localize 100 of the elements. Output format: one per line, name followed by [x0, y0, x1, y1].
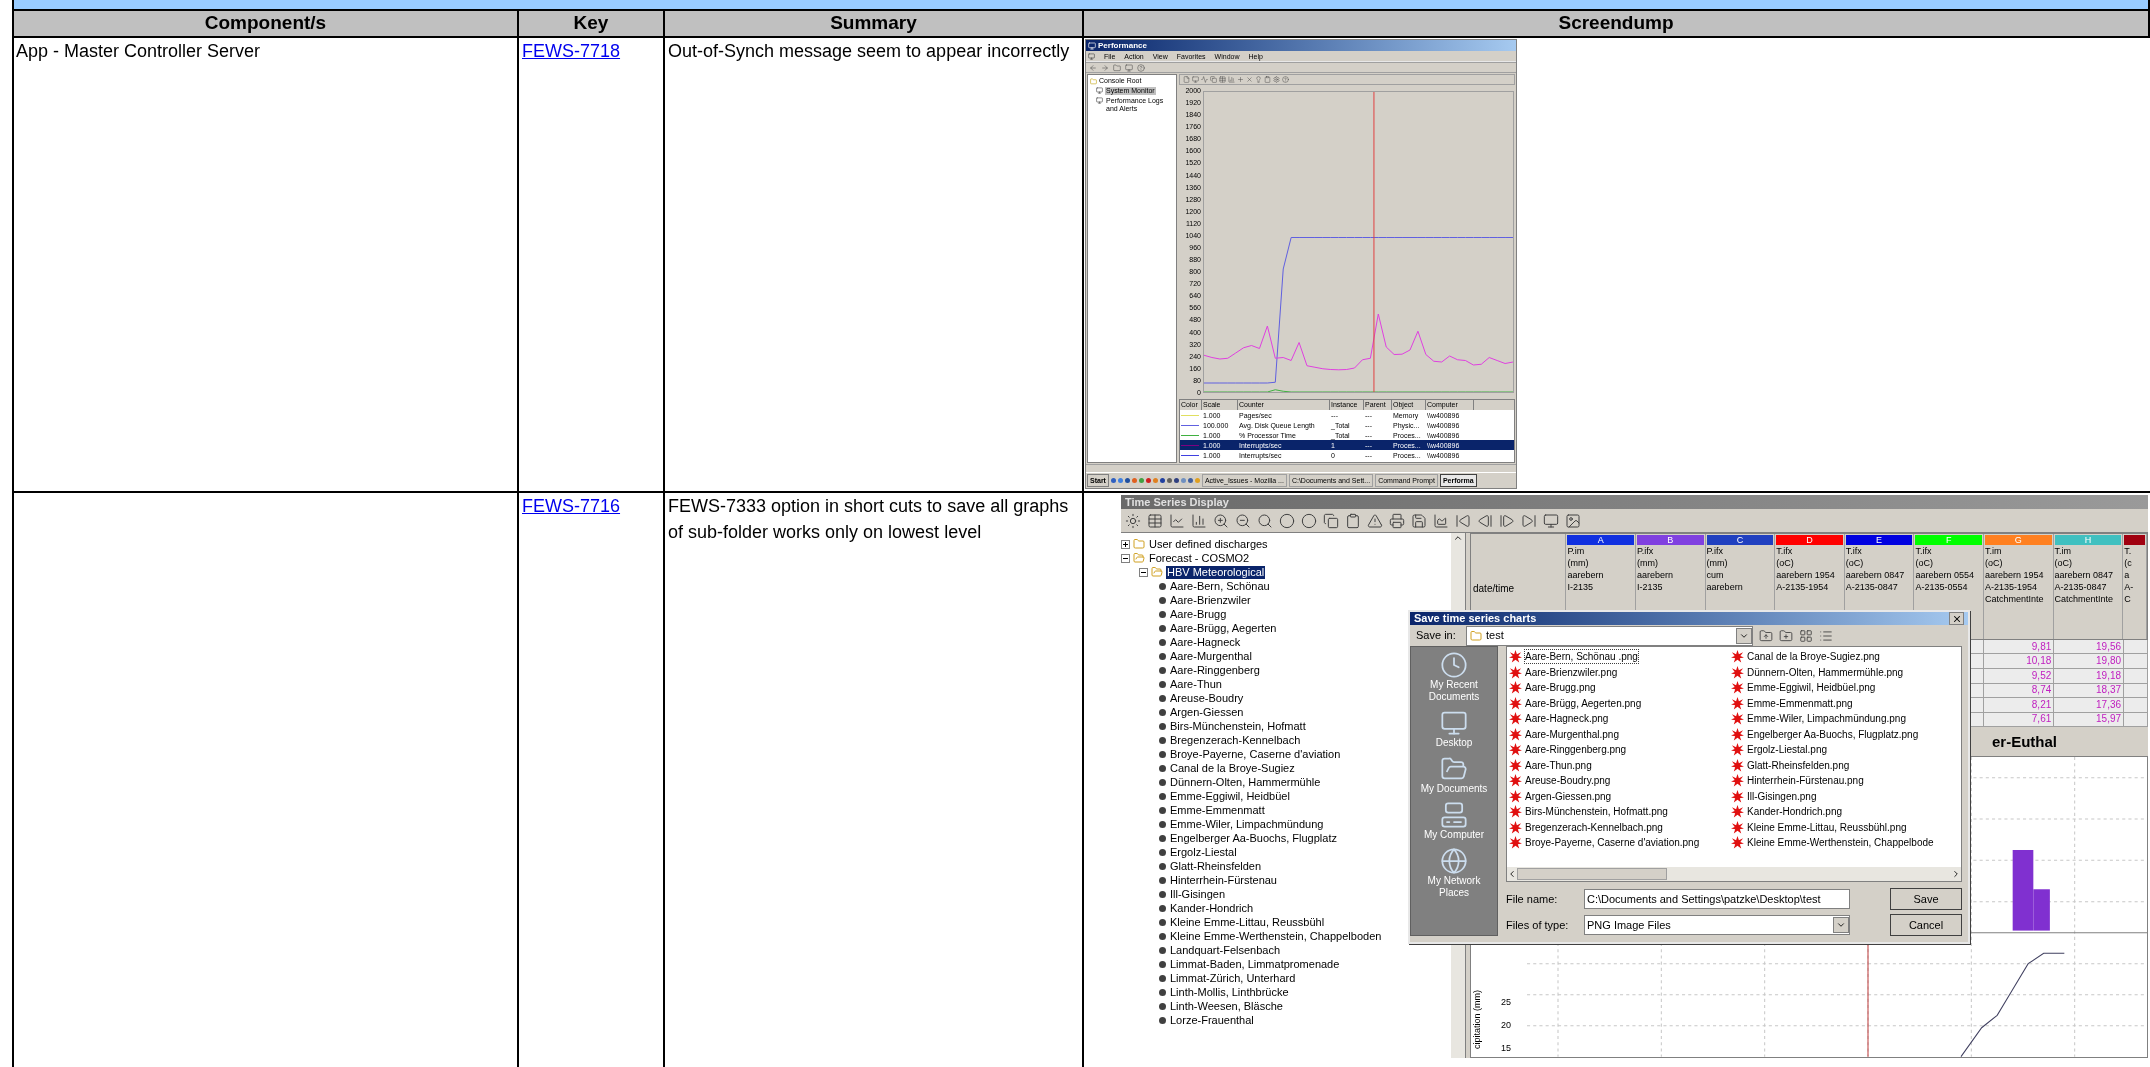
- column-header[interactable]: date/time: [1473, 581, 1515, 596]
- tree-item[interactable]: Aare-Thun: [1169, 677, 1223, 691]
- help-icon[interactable]: [1282, 76, 1289, 83]
- tree-item[interactable]: Aare-Hagneck: [1169, 635, 1242, 649]
- tree-item[interactable]: Bregenzerach-Kennelbach: [1169, 733, 1302, 747]
- back-icon[interactable]: [1089, 63, 1097, 72]
- place-item[interactable]: My Network Places: [1413, 847, 1495, 899]
- tree-item[interactable]: HBV Meteorological: [1166, 565, 1266, 579]
- list-entry[interactable]: Aare-Brugg.png: [1509, 680, 1731, 696]
- scrollbar-thumb[interactable]: [1517, 868, 1667, 880]
- list-entry[interactable]: Aare-Murgenthal.png: [1509, 726, 1731, 742]
- report-icon[interactable]: [1219, 76, 1226, 83]
- tree-item[interactable]: Landquart-Felsenbach: [1169, 943, 1282, 957]
- tree-item[interactable]: Forecast - COSMO2: [1148, 551, 1251, 565]
- image-icon[interactable]: [1565, 512, 1581, 529]
- zoom-in-icon[interactable]: [1213, 512, 1229, 529]
- next-icon[interactable]: [1499, 512, 1515, 529]
- forward-icon[interactable]: [1101, 63, 1109, 72]
- delete-icon[interactable]: [1246, 76, 1253, 83]
- monitor-icon[interactable]: [1125, 63, 1133, 72]
- circle-icon[interactable]: [1279, 512, 1295, 529]
- view-icon[interactable]: [1799, 628, 1813, 643]
- tree-item[interactable]: Aare-Ringgenberg: [1169, 663, 1261, 677]
- list-entry[interactable]: Dünnern-Olten, Hammermühle.png: [1731, 664, 1953, 680]
- folder-icon[interactable]: [1113, 63, 1121, 72]
- first-icon[interactable]: [1455, 512, 1471, 529]
- issue-link[interactable]: FEWS-7718: [522, 41, 621, 61]
- tree-item[interactable]: Engelberger Aa-Buochs, Flugplatz: [1169, 831, 1338, 845]
- chart-icon[interactable]: [1433, 512, 1449, 529]
- tree-item[interactable]: Aare-Brienzwiler: [1169, 593, 1252, 607]
- list-entry[interactable]: Emme-Eggiwil, Heidbüel.png: [1731, 680, 1953, 696]
- sun-icon[interactable]: [1125, 512, 1141, 529]
- monitor-icon[interactable]: [1543, 512, 1559, 529]
- tree-item[interactable]: Kander-Hondrich: [1169, 901, 1255, 915]
- tree-item[interactable]: Ill-Gisingen: [1169, 887, 1227, 901]
- circle-icon[interactable]: [1301, 512, 1317, 529]
- tree-item[interactable]: Birs-Münchenstein, Hofmatt: [1169, 719, 1307, 733]
- tree-item[interactable]: Ergolz-Liestal: [1169, 845, 1238, 859]
- tree-item[interactable]: Aare-Brügg, Aegerten: [1169, 621, 1278, 635]
- copy-icon[interactable]: [1323, 512, 1339, 529]
- list-entry[interactable]: Bregenzerach-Kennelbach.png: [1509, 819, 1731, 835]
- expand-toggle[interactable]: [1121, 539, 1130, 549]
- details-icon[interactable]: [1819, 628, 1833, 643]
- list-entry[interactable]: Kleine Emme-Littau, Reussbühl.png: [1731, 819, 1953, 835]
- new-icon[interactable]: [1183, 76, 1190, 83]
- list-entry[interactable]: Aare-Bern, Schönau .png: [1509, 649, 1731, 665]
- print-icon[interactable]: [1389, 512, 1405, 529]
- horizontal-scrollbar[interactable]: [1507, 867, 1961, 881]
- tree-item[interactable]: Broye-Payerne, Caserne d'aviation: [1169, 747, 1342, 761]
- place-item[interactable]: Desktop: [1413, 709, 1495, 749]
- save-icon[interactable]: [1411, 512, 1427, 529]
- list-entry[interactable]: Aare-Brienzwiler.png: [1509, 664, 1731, 680]
- zoom-out-icon[interactable]: [1235, 512, 1251, 529]
- tree-item[interactable]: Hinterrhein-Fürstenau: [1169, 873, 1278, 887]
- place-item[interactable]: My Computer: [1413, 801, 1495, 841]
- save-in-dropdown[interactable]: test: [1466, 625, 1753, 646]
- list-entry[interactable]: Emme-Wiler, Limpachmündung.png: [1731, 711, 1953, 727]
- bar-chart-icon[interactable]: [1191, 512, 1207, 529]
- paste-icon[interactable]: [1264, 76, 1271, 83]
- tree-item[interactable]: Linth-Weesen, Bläsche: [1169, 999, 1284, 1013]
- add-icon[interactable]: [1237, 76, 1244, 83]
- close-button[interactable]: [1949, 612, 1964, 625]
- list-entry[interactable]: Glatt-Rheinsfelden.png: [1731, 757, 1953, 773]
- tree-item[interactable]: Emme-Emmenmatt: [1169, 803, 1266, 817]
- collapse-toggle[interactable]: [1121, 553, 1130, 563]
- list-entry[interactable]: Ill-Gisingen.png: [1731, 788, 1953, 804]
- tree-item[interactable]: Limmat-Baden, Limmatpromenade: [1169, 957, 1341, 971]
- tree-item[interactable]: Emme-Eggiwil, Heidbüel: [1169, 789, 1291, 803]
- list-entry[interactable]: Canal de la Broye-Sugiez.png: [1731, 649, 1953, 665]
- tree-item[interactable]: Argen-Giessen: [1169, 705, 1245, 719]
- tree-item[interactable]: Aare-Bern, Schönau: [1169, 579, 1271, 593]
- tree-item[interactable]: Dünnern-Olten, Hammermühle: [1169, 775, 1322, 789]
- tree-item[interactable]: User defined discharges: [1148, 537, 1269, 551]
- tree-item[interactable]: Areuse-Boudry: [1169, 691, 1245, 705]
- tree-item[interactable]: Kleine Emme-Werthenstein, Chappelboden: [1169, 929, 1383, 943]
- grid-icon[interactable]: [1147, 512, 1163, 529]
- warning-icon[interactable]: [1367, 512, 1383, 529]
- properties-icon[interactable]: [1273, 76, 1280, 83]
- monitor-icon[interactable]: [1192, 76, 1199, 83]
- list-entry[interactable]: Aare-Brügg, Aegerten.png: [1509, 695, 1731, 711]
- previous-icon[interactable]: [1477, 512, 1493, 529]
- list-entry[interactable]: Birs-Münchenstein, Hofmatt.png: [1509, 804, 1731, 820]
- search-icon[interactable]: [1257, 512, 1273, 529]
- list-entry[interactable]: Kander-Hondrich.png: [1731, 804, 1953, 820]
- list-entry[interactable]: Engelberger Aa-Buochs, Flugplatz.png: [1731, 726, 1953, 742]
- place-item[interactable]: My Documents: [1413, 755, 1495, 795]
- last-icon[interactable]: [1521, 512, 1537, 529]
- help-icon[interactable]: [1137, 63, 1145, 72]
- tree-item[interactable]: Emme-Wiler, Limpachmündung: [1169, 817, 1325, 831]
- tree-item[interactable]: Glatt-Rheinsfelden: [1169, 859, 1263, 873]
- list-entry[interactable]: Hinterrhein-Fürstenau.png: [1731, 773, 1953, 789]
- tree-item[interactable]: Lorze-Frauenthal: [1169, 1013, 1255, 1027]
- collapse-toggle[interactable]: [1139, 567, 1148, 577]
- tree-item[interactable]: Limmat-Zürich, Unterhard: [1169, 971, 1297, 985]
- list-entry[interactable]: Aare-Ringgenberg.png: [1509, 742, 1731, 758]
- list-entry[interactable]: Emme-Emmenmatt.png: [1731, 695, 1953, 711]
- tree-item[interactable]: Kleine Emme-Littau, Reussbühl: [1169, 915, 1326, 929]
- file-type-dropdown[interactable]: PNG Image Files: [1584, 915, 1850, 935]
- save-button[interactable]: Save: [1890, 888, 1962, 910]
- list-entry[interactable]: Kleine Emme-Werthenstein, Chappelbode: [1731, 835, 1953, 851]
